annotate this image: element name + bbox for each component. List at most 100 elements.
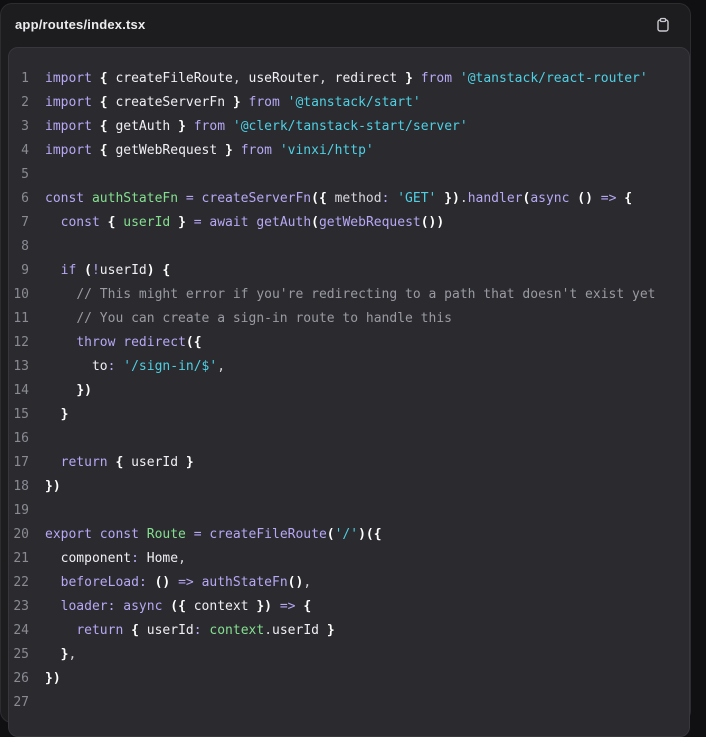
code-token: userId [131, 455, 186, 470]
code-token: '@tanstack/react-router' [459, 71, 648, 86]
line-number: 11 [13, 311, 29, 326]
code-line: 14 }) [9, 379, 689, 403]
code-token: createFileRoute [209, 527, 327, 542]
line-number: 20 [13, 527, 29, 542]
line-number: 18 [13, 479, 29, 494]
code-token: component [60, 551, 132, 566]
code-token: method [334, 191, 382, 206]
code-token: to [91, 359, 108, 374]
code-token: handler [467, 191, 523, 206]
file-name: app/routes/index.tsx [15, 17, 146, 32]
code-token: if [60, 263, 85, 278]
code-line: 26}) [9, 667, 689, 691]
line-code: import { createFileRoute, useRouter, red… [45, 67, 648, 91]
code-token: ( [311, 215, 319, 230]
line-number: 8 [21, 239, 29, 254]
code-token: beforeLoad [60, 575, 139, 590]
code-token: userId [146, 623, 194, 638]
code-token: } [326, 623, 335, 638]
code-token: => [600, 191, 625, 206]
code-line: 19 [9, 499, 689, 523]
code-token: } [178, 119, 194, 134]
code-token: }) [45, 671, 61, 686]
code-token: getAuth [115, 119, 179, 134]
line-code: const { userId } = await getAuth(getWebR… [45, 211, 445, 235]
code-line: 7 const { userId } = await getAuth(getWe… [9, 211, 689, 235]
line-number: 25 [13, 647, 29, 662]
code-line: 22 beforeLoad: () => authStateFn(), [9, 571, 689, 595]
line-code: export const Route = createFileRoute('/'… [45, 523, 382, 547]
code-token: } [185, 455, 194, 470]
code-token: ({ [170, 599, 194, 614]
code-line: 15 } [9, 403, 689, 427]
line-number: 22 [13, 575, 29, 590]
code-token: . [459, 191, 468, 206]
code-line: 5 [9, 163, 689, 187]
line-code: if (!userId) { [45, 259, 171, 283]
line-number: 27 [13, 695, 29, 710]
line-code: throw redirect({ [45, 331, 202, 355]
line-number: 5 [21, 167, 29, 182]
code-token: authStateFn [201, 575, 288, 590]
code-token: ( [326, 527, 335, 542]
code-token: = [185, 191, 202, 206]
line-number: 26 [13, 671, 29, 686]
code-token: : async [107, 599, 171, 614]
code-token: : [131, 551, 147, 566]
line-number: 19 [13, 503, 29, 518]
code-token: getWebRequest [115, 143, 226, 158]
line-number: 1 [21, 71, 29, 86]
code-token: , [318, 71, 335, 86]
code-line: 12 throw redirect({ [9, 331, 689, 355]
code-block-header: app/routes/index.tsx [1, 4, 690, 46]
code-token: . [264, 623, 273, 638]
line-code: return { userId: context.userId } [45, 619, 335, 643]
code-token: , [178, 551, 186, 566]
line-number: 16 [13, 431, 29, 446]
code-token: ({ [185, 335, 202, 350]
code-line: 6 const authStateFn = createServerFn({ me… [9, 187, 689, 211]
code-line: 21 component: Home, [9, 547, 689, 571]
code-token: => [279, 599, 304, 614]
line-number: 21 [13, 551, 29, 566]
code-token: loader [60, 599, 108, 614]
code-token: , [232, 71, 249, 86]
line-number: 3 [21, 119, 29, 134]
code-token: getAuth [256, 215, 312, 230]
code-token: }) [444, 191, 460, 206]
code-token: context [193, 599, 257, 614]
code-token: createServerFn [201, 191, 312, 206]
line-number: 17 [13, 455, 29, 470]
code-token: 'vinxi/http' [279, 143, 374, 158]
code-token: // This might error if you're redirectin… [76, 287, 656, 302]
code-token: import [45, 119, 100, 134]
line-code: to: '/sign-in/$', [45, 355, 225, 379]
copy-button[interactable] [655, 17, 671, 33]
clipboard-icon [657, 17, 669, 32]
code-token: ({ [311, 191, 335, 206]
code-line: 20 export const Route = createFileRoute('… [9, 523, 689, 547]
code-token: } [225, 143, 241, 158]
code-line: 1 import { createFileRoute, useRouter, re… [9, 67, 689, 91]
code-token: 'GET' [397, 191, 445, 206]
code-token: const [60, 215, 108, 230]
code-token: = [193, 527, 210, 542]
line-code: const authStateFn = createServerFn({ met… [45, 187, 632, 211]
code-line: 23 loader: async ({ context }) => { [9, 595, 689, 619]
code-token: return [60, 455, 116, 470]
line-number: 24 [13, 623, 29, 638]
code-token: from [240, 143, 280, 158]
line-number: 14 [13, 383, 29, 398]
code-token: () [577, 191, 601, 206]
line-code: } [45, 403, 69, 427]
code-token: import [45, 95, 100, 110]
code-token: { [131, 623, 147, 638]
code-area[interactable]: 1 import { createFileRoute, useRouter, re… [8, 47, 690, 737]
code-token: createFileRoute [115, 71, 233, 86]
